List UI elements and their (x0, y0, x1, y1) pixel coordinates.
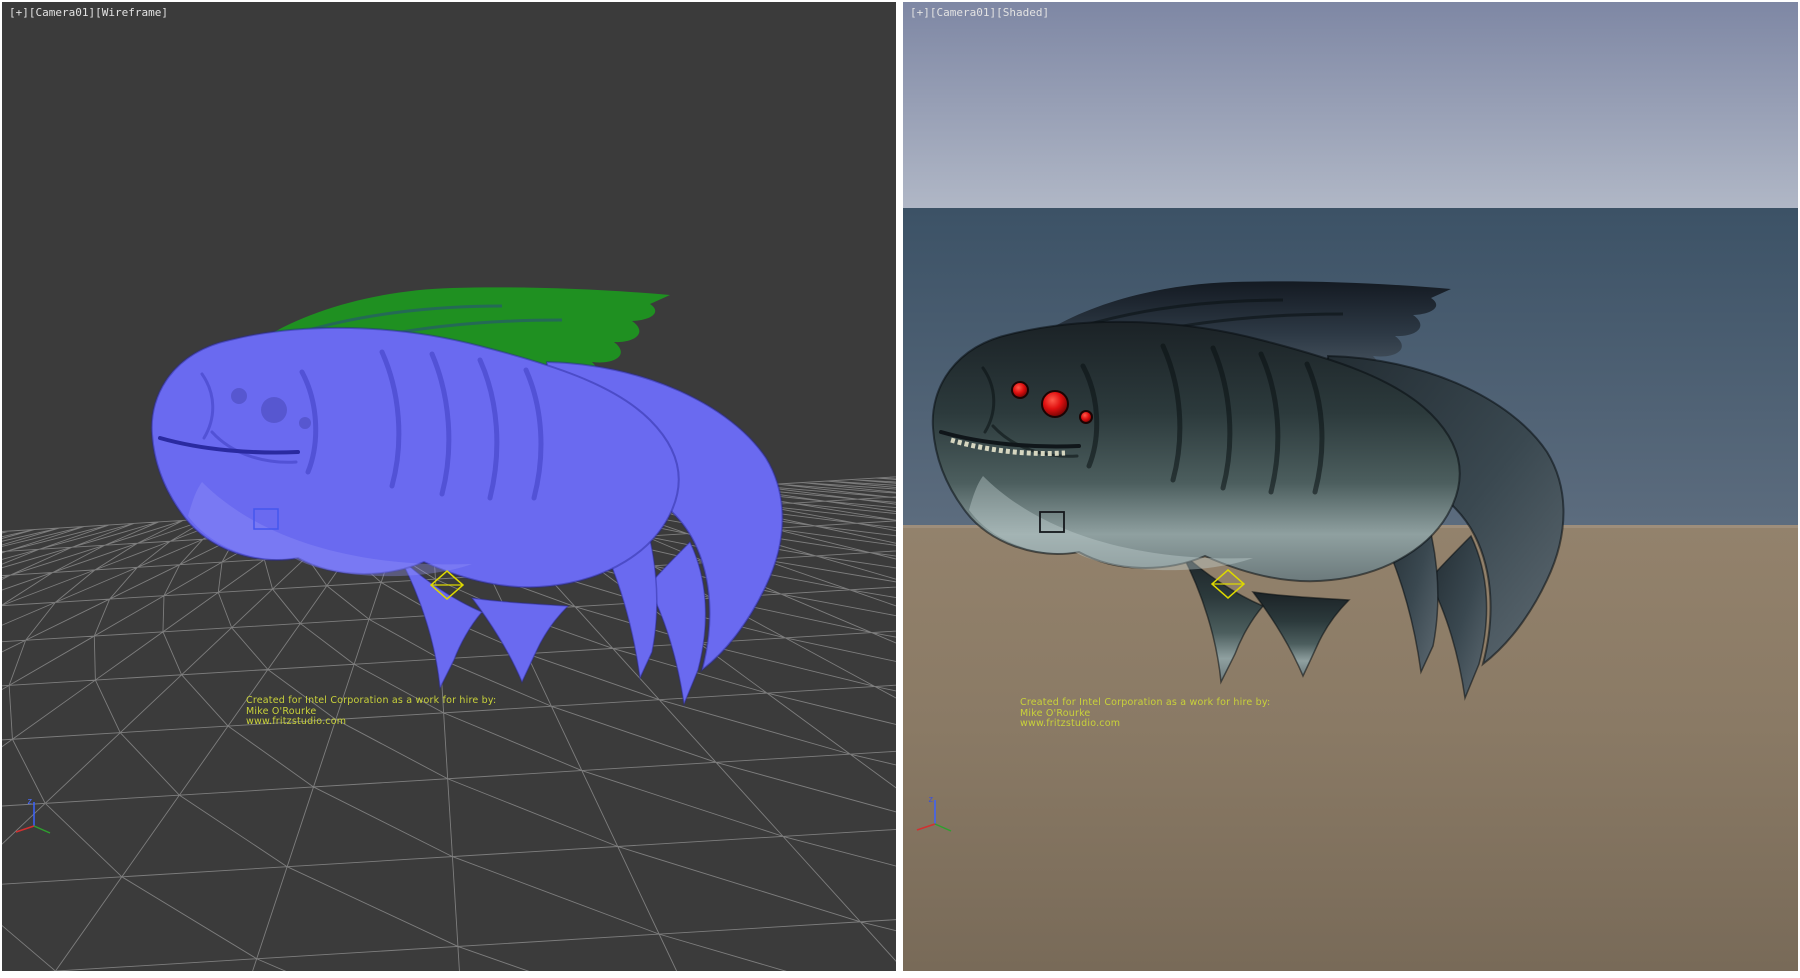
viewport-shading-menu[interactable]: [Wireframe] (95, 6, 168, 19)
axis-z-label: z (27, 797, 32, 807)
viewport-general-menu[interactable]: [+] (910, 6, 930, 19)
viewport-menu: [+][Camera01][Shaded] (910, 6, 1049, 19)
viewport-shading-menu[interactable]: [Shaded] (996, 6, 1049, 19)
credit-line-3: www.fritzstudio.com (1020, 719, 1270, 730)
credit-line-3: www.fritzstudio.com (246, 717, 496, 728)
viewport-shaded[interactable]: z [+][Camera01][Shaded] Created for Inte… (903, 2, 1798, 971)
viewport-pov-menu[interactable]: [Camera01] (29, 6, 95, 19)
viewport-menu: [+][Camera01][Wireframe] (9, 6, 168, 19)
creature-model-wireframe[interactable] (152, 287, 783, 704)
scene-credit-text: Created for Intel Corporation as a work … (246, 696, 496, 728)
credit-line-1: Created for Intel Corporation as a work … (1020, 698, 1270, 709)
scene-credit-text: Created for Intel Corporation as a work … (1020, 698, 1270, 730)
axis-z-label: z (928, 795, 933, 805)
axis-tripod: z (917, 795, 951, 831)
viewport-pov-menu[interactable]: [Camera01] (930, 6, 996, 19)
creature-model-shaded[interactable] (933, 281, 1564, 698)
viewport-wireframe[interactable]: z [+][Camera01][Wireframe] Created for I… (2, 2, 896, 971)
viewport-general-menu[interactable]: [+] (9, 6, 29, 19)
credit-line-1: Created for Intel Corporation as a work … (246, 696, 496, 707)
